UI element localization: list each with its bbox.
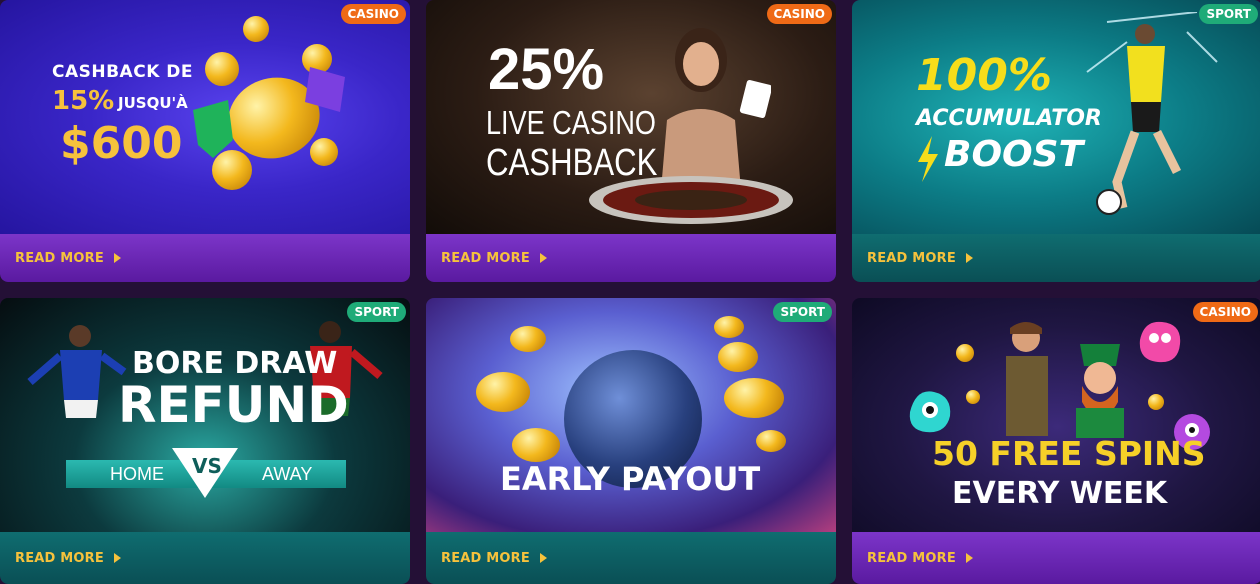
promo-card-accumulator[interactable]: 100% ACCUMULATOR BOOST SPORT READ MORE	[852, 0, 1260, 282]
promo-card-live-casino[interactable]: 25% LIVE CASINO CASHBACK CASINO READ MOR…	[426, 0, 836, 282]
read-more-link[interactable]: READ MORE	[867, 251, 973, 266]
promo-card-bore-draw[interactable]: BORE DRAW REFUND HOME VS AWAY SPORT READ…	[0, 298, 410, 584]
read-more-label: READ MORE	[867, 550, 956, 566]
cashback-text: CASHBACK	[486, 142, 658, 184]
card-footer: READ MORE	[852, 234, 1260, 282]
read-more-link[interactable]: READ MORE	[15, 251, 121, 266]
promo-banner-free-spins[interactable]: 50 FREE SPINS EVERY WEEK	[852, 298, 1260, 532]
coin-icon	[1148, 394, 1164, 410]
card-footer: READ MORE	[0, 234, 410, 282]
boost-percent: 100%	[916, 50, 1052, 101]
coin-icon	[243, 16, 269, 42]
card-footer: READ MORE	[0, 532, 410, 584]
dealer-image	[661, 28, 771, 190]
leprechaun-character-image	[1076, 344, 1124, 438]
promotions-grid: CASHBACK DE 15% JUSQU'À $600 CASINO READ…	[0, 0, 1260, 584]
player-blue-image	[27, 325, 127, 418]
promo-banner-early-payout[interactable]: EARLY PAYOUT	[426, 298, 836, 532]
read-more-link[interactable]: READ MORE	[441, 551, 547, 566]
cashback-upto: JUSQU'À	[118, 94, 188, 112]
coin-icon	[956, 344, 974, 362]
card-footer: READ MORE	[426, 234, 836, 282]
category-badge: CASINO	[1192, 302, 1258, 322]
play-arrow-icon	[965, 253, 973, 263]
boost-text: BOOST	[944, 134, 1084, 175]
category-badge: CASINO	[766, 4, 832, 24]
category-badge: SPORT	[347, 302, 406, 322]
play-arrow-icon	[539, 553, 547, 563]
coin-icon	[724, 378, 784, 418]
play-arrow-icon	[965, 553, 973, 563]
cashback-amount: $600	[60, 118, 183, 169]
play-arrow-icon	[539, 253, 547, 263]
coin-icon	[310, 138, 338, 166]
category-badge: SPORT	[773, 302, 832, 322]
free-spins-text: 50 FREE SPINS	[932, 434, 1206, 473]
category-badge: SPORT	[1199, 4, 1258, 24]
cashback-percent: 15%	[52, 86, 115, 116]
read-more-label: READ MORE	[867, 250, 956, 266]
read-more-label: READ MORE	[15, 550, 104, 566]
promo-banner-bore-draw[interactable]: BORE DRAW REFUND HOME VS AWAY	[0, 298, 410, 532]
away-label: AWAY	[262, 464, 313, 484]
read-more-label: READ MORE	[15, 250, 104, 266]
coin-icon	[966, 390, 980, 404]
coin-icon	[205, 52, 239, 86]
play-arrow-icon	[113, 253, 121, 263]
coin-icon	[718, 342, 758, 372]
promo-card-free-spins[interactable]: 50 FREE SPINS EVERY WEEK CASINO READ MOR…	[852, 298, 1260, 584]
read-more-link[interactable]: READ MORE	[867, 551, 973, 566]
promo-banner-live-casino[interactable]: 25% LIVE CASINO CASHBACK	[426, 0, 836, 234]
explorer-character-image	[1006, 322, 1048, 436]
promo-banner-cashback[interactable]: CASHBACK DE 15% JUSQU'À $600	[0, 0, 410, 234]
read-more-label: READ MORE	[441, 250, 530, 266]
promo-banner-accumulator[interactable]: 100% ACCUMULATOR BOOST	[852, 0, 1260, 234]
coin-icon	[714, 316, 744, 338]
read-more-link[interactable]: READ MORE	[441, 251, 547, 266]
pink-blob-monster-icon	[1139, 321, 1181, 363]
promo-card-cashback[interactable]: CASHBACK DE 15% JUSQU'À $600 CASINO READ…	[0, 0, 410, 282]
coin-icon	[512, 428, 560, 462]
lightning-icon	[918, 136, 938, 182]
versus-label: VS	[192, 454, 222, 478]
every-week-text: EVERY WEEK	[952, 476, 1168, 511]
play-arrow-icon	[113, 553, 121, 563]
card-footer: READ MORE	[852, 532, 1260, 584]
cashback-line-1: CASHBACK DE	[52, 62, 194, 82]
read-more-link[interactable]: READ MORE	[15, 551, 121, 566]
coin-icon	[476, 372, 530, 412]
coin-icon	[756, 430, 786, 452]
teal-blob-monster-icon	[909, 391, 951, 433]
live-casino-text: LIVE CASINO	[486, 104, 656, 141]
purple-ribbon-icon	[305, 67, 345, 112]
cashback-percent: 25%	[488, 37, 605, 102]
read-more-label: READ MORE	[441, 550, 530, 566]
promo-card-early-payout[interactable]: EARLY PAYOUT SPORT READ MORE	[426, 298, 836, 584]
green-ribbon-icon	[193, 100, 233, 158]
card-footer: READ MORE	[426, 532, 836, 584]
accumulator-text: ACCUMULATOR	[916, 106, 1102, 131]
home-label: HOME	[110, 464, 164, 484]
early-payout-text: EARLY PAYOUT	[500, 460, 761, 498]
coin-icon	[510, 326, 546, 352]
refund-text: REFUND	[118, 376, 349, 434]
category-badge: CASINO	[340, 4, 406, 24]
